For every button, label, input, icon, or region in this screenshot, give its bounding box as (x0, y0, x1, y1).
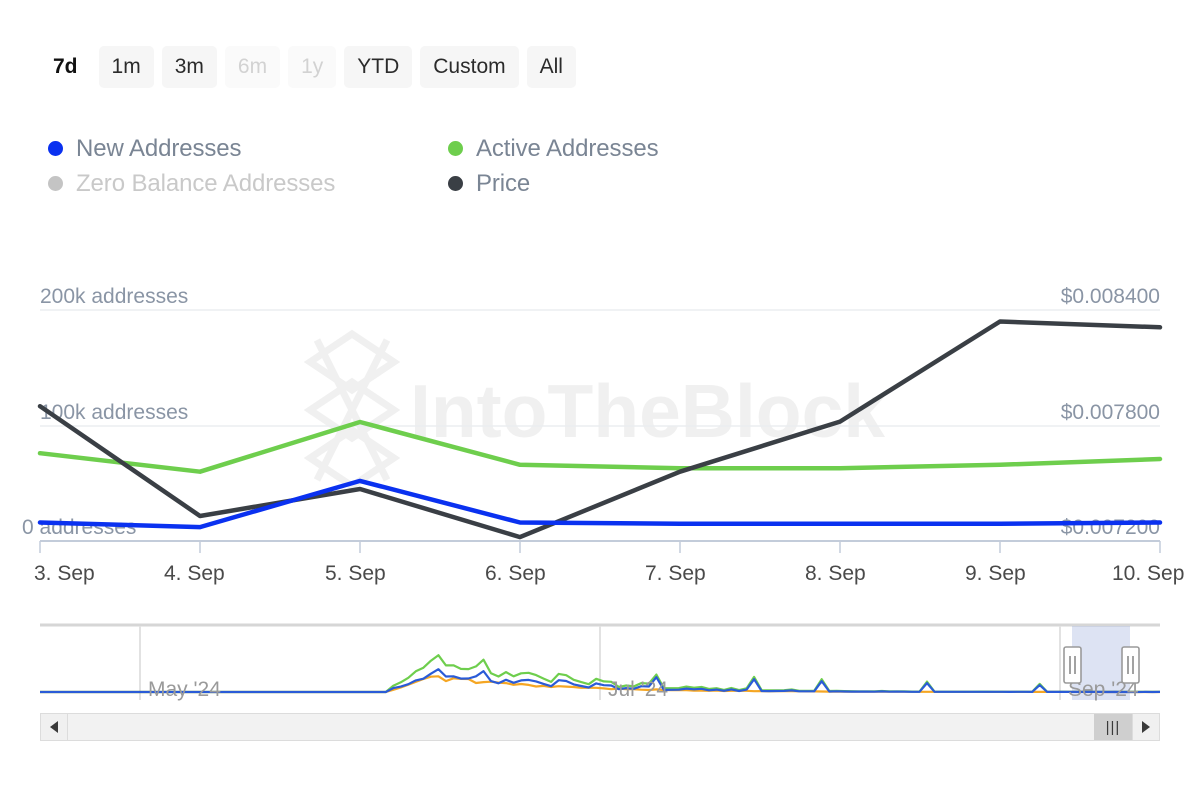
legend-label-active-addresses: Active Addresses (476, 134, 659, 162)
x-axis-tick-5: 8. Sep (805, 562, 866, 585)
scroll-right-button[interactable] (1132, 713, 1160, 741)
x-axis-tick-4: 7. Sep (645, 562, 706, 585)
x-axis-tick-0: 3. Sep (34, 562, 95, 585)
x-axis-labels: 3. Sep 4. Sep 5. Sep 6. Sep 7. Sep 8. Se… (34, 562, 1184, 585)
left-axis-tick-200k: 200k addresses (40, 285, 188, 308)
watermark: IntoTheBlock (303, 329, 885, 491)
legend-label-zero-balance-addresses: Zero Balance Addresses (76, 169, 336, 197)
range-selector: 7d 1m 3m 6m 1y YTD Custom All (40, 46, 576, 88)
x-axis-tick-3: 6. Sep (485, 562, 546, 585)
range-button-3m[interactable]: 3m (161, 46, 217, 88)
navigator-label-jul: Jul '24 (608, 678, 668, 701)
range-button-all[interactable]: All (526, 46, 576, 88)
navigator-month-labels: May '24 Jul '24 Sep '24 (148, 678, 1139, 701)
scrollbar-grip-icon: ||| (1105, 718, 1121, 736)
chart-canvas: IntoTheBlock 200k addresses 100k address… (22, 285, 1184, 585)
legend-item-zero-balance-addresses[interactable]: Zero Balance Addresses (48, 166, 448, 201)
chevron-left-icon (50, 721, 58, 733)
scrollbar-thumb[interactable]: ||| (1094, 714, 1132, 740)
range-button-1m[interactable]: 1m (98, 46, 154, 88)
navigator-handle-right[interactable] (1121, 646, 1140, 684)
watermark-text: IntoTheBlock (410, 369, 885, 453)
navigator-canvas: May '24 Jul '24 Sep '24 (40, 623, 1160, 701)
range-button-6m: 6m (224, 46, 281, 88)
legend-item-new-addresses[interactable]: New Addresses (48, 131, 448, 166)
range-navigator[interactable]: May '24 Jul '24 Sep '24 (40, 620, 1160, 705)
x-axis-tick-6: 9. Sep (965, 562, 1026, 585)
left-axis-tick-0: 0 addresses (22, 516, 136, 539)
navigator-scrollbar[interactable]: ||| (40, 713, 1160, 741)
range-button-7d[interactable]: 7d (40, 46, 91, 88)
x-axis-ticks (39, 541, 1161, 553)
legend-dot-icon-price (448, 176, 463, 191)
range-button-1y: 1y (288, 46, 337, 88)
chevron-right-icon (1142, 721, 1150, 733)
scroll-left-button[interactable] (40, 713, 68, 741)
x-axis-tick-2: 5. Sep (325, 562, 386, 585)
legend-dot-icon-active-addresses (448, 141, 463, 156)
x-axis: 3. Sep 4. Sep 5. Sep 6. Sep 7. Sep 8. Se… (34, 540, 1184, 585)
navigator-label-may: May '24 (148, 678, 221, 701)
main-chart[interactable]: IntoTheBlock 200k addresses 100k address… (0, 262, 1200, 592)
x-axis-tick-7: 10. Sep (1112, 562, 1184, 585)
intotheblock-logo-icon (303, 329, 401, 491)
scrollbar-track[interactable]: ||| (68, 713, 1132, 741)
chart-legend: New Addresses Active Addresses Zero Bala… (48, 131, 808, 201)
range-button-ytd[interactable]: YTD (344, 46, 413, 88)
legend-dot-icon-new-addresses (48, 141, 63, 156)
navigator-handle-left[interactable] (1063, 646, 1082, 684)
right-axis-tick-mid: $0.007800 (1061, 401, 1160, 424)
range-button-custom[interactable]: Custom (420, 46, 519, 88)
legend-dot-icon-zero-balance-addresses (48, 176, 63, 191)
x-axis-tick-1: 4. Sep (164, 562, 225, 585)
legend-item-price[interactable]: Price (448, 166, 788, 201)
legend-item-active-addresses[interactable]: Active Addresses (448, 131, 788, 166)
legend-label-new-addresses: New Addresses (76, 134, 242, 162)
right-axis-tick-high: $0.008400 (1061, 285, 1160, 308)
legend-label-price: Price (476, 169, 531, 197)
right-axis-tick-low: $0.007200 (1061, 516, 1160, 539)
